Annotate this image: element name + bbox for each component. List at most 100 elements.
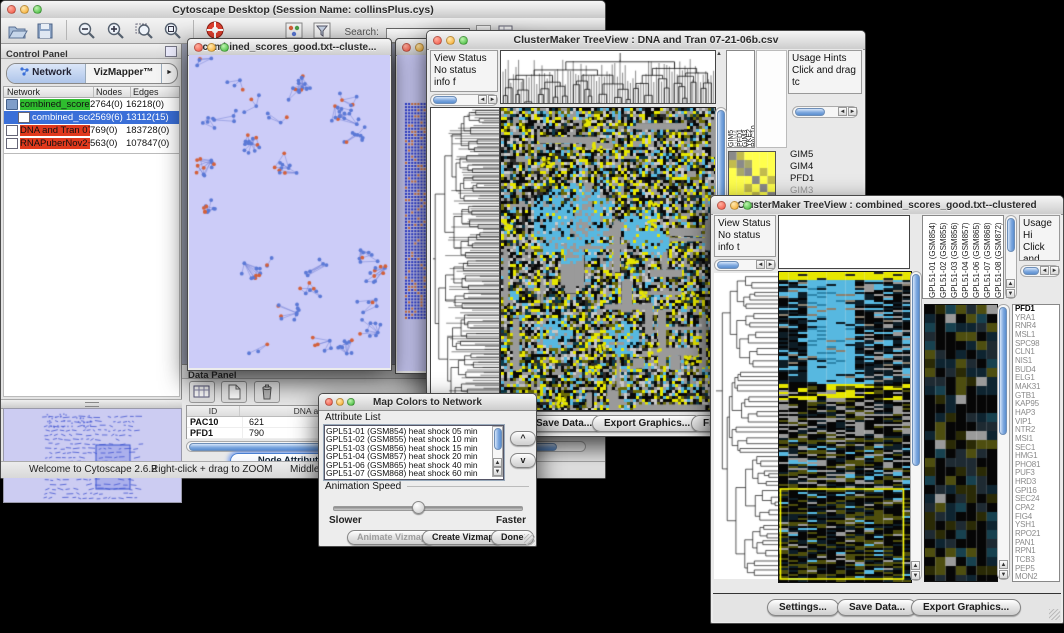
close-button[interactable] xyxy=(194,43,203,52)
attribute-select-icon[interactable] xyxy=(189,381,215,403)
zoom-button[interactable] xyxy=(347,398,355,406)
tv1-tree-up-arrow[interactable]: ▲ xyxy=(716,51,722,57)
scroll-down-arrow[interactable]: ▼ xyxy=(911,571,920,580)
zoom-button[interactable] xyxy=(459,36,468,45)
tv2-settings-button[interactable]: Settings... xyxy=(767,599,839,616)
scroll-down-arrow[interactable]: ▼ xyxy=(1006,289,1015,298)
minimize-button[interactable] xyxy=(730,201,739,210)
tv2-column-label[interactable]: GPL51-06 (GSM865) xyxy=(971,222,982,298)
tv2-heatmap-canvas[interactable] xyxy=(778,271,912,583)
scroll-left-arrow[interactable]: ◄ xyxy=(838,107,847,116)
tv2-export-graphics-button[interactable]: Export Graphics... xyxy=(911,599,1021,616)
tv2-status-scroll-thumb[interactable] xyxy=(717,261,739,269)
tv1-status-scroll-thumb[interactable] xyxy=(433,96,457,104)
tv2-zoom-vscrollbar[interactable]: ▲ ▼ xyxy=(997,304,1010,580)
move-up-button[interactable]: ^ xyxy=(510,431,536,446)
scroll-up-arrow[interactable]: ▲ xyxy=(999,560,1008,569)
tv2-save-data-button[interactable]: Save Data... xyxy=(837,599,917,616)
tv1-status-scrollbar[interactable]: ◄ ► xyxy=(430,94,498,106)
dialog-title-bar[interactable]: Map Colors to Network xyxy=(319,394,536,411)
close-button[interactable] xyxy=(717,201,726,210)
open-session-icon[interactable] xyxy=(6,20,28,41)
tv1-export-graphics-button[interactable]: Export Graphics... xyxy=(592,415,702,432)
resize-grip[interactable] xyxy=(524,534,535,545)
scroll-up-arrow[interactable]: ▲ xyxy=(1006,279,1015,288)
scroll-up-arrow[interactable]: ▲ xyxy=(911,561,920,570)
tv1-row-label[interactable]: GIM5 xyxy=(790,149,860,161)
zoom-in-icon[interactable] xyxy=(105,20,127,41)
tv1-row-label[interactable]: GIM4 xyxy=(790,161,860,173)
minimize-button[interactable] xyxy=(415,43,424,52)
tv1-column-dendrogram-canvas[interactable] xyxy=(500,50,716,104)
treeview1-title-bar[interactable]: ClusterMaker TreeView : DNA and Tran 07-… xyxy=(427,31,865,50)
scroll-right-arrow[interactable]: ► xyxy=(1050,266,1059,275)
attribute-listbox[interactable]: GPL51-01 (GSM854) heat shock 05 minGPL51… xyxy=(324,425,504,480)
tab-overflow-arrow[interactable]: ► xyxy=(162,64,177,83)
zoom-button[interactable] xyxy=(33,5,42,14)
tv2-column-label[interactable]: GPL51-03 (GSM856) xyxy=(949,222,960,298)
tv2-usage-scrollbar[interactable]: ◄ ► xyxy=(1020,265,1060,277)
network-table-row[interactable]: DNA and Tran 07769(0)183728(0) xyxy=(4,124,179,137)
zoom-out-icon[interactable] xyxy=(76,20,98,41)
tv2-column-label[interactable]: GPL51-08 (GSM872) xyxy=(993,222,1004,298)
tv2-status-scrollbar[interactable]: ◄ ► xyxy=(714,259,776,271)
treeview2-title-bar[interactable]: ClusterMaker TreeView : combined_scores_… xyxy=(711,196,1063,215)
minimize-button[interactable] xyxy=(336,398,344,406)
attribute-list-vscrollbar[interactable]: ▲ ▼ xyxy=(492,426,503,477)
close-button[interactable] xyxy=(325,398,333,406)
tv2-zoomed-heatmap-canvas[interactable] xyxy=(924,304,998,582)
scroll-left-arrow[interactable]: ◄ xyxy=(478,95,487,104)
network-table-row[interactable]: combined_sco2569(6)13112(15) xyxy=(4,111,179,124)
close-button[interactable] xyxy=(402,43,411,52)
minimize-button[interactable] xyxy=(20,5,29,14)
tv2-column-label[interactable]: GPL51-07 (GSM868) xyxy=(982,222,993,298)
tv1-row-label[interactable]: PFD1 xyxy=(790,173,860,185)
tv1-heatmap-canvas[interactable] xyxy=(500,107,716,411)
tv2-heatmap-vscroll-thumb[interactable] xyxy=(912,274,920,466)
zoom-button[interactable] xyxy=(220,43,229,52)
zoom-selected-icon[interactable] xyxy=(133,20,155,41)
save-session-icon[interactable] xyxy=(34,20,56,41)
scroll-left-arrow[interactable]: ◄ xyxy=(1040,266,1049,275)
scroll-down-arrow[interactable]: ▼ xyxy=(999,570,1008,579)
tab-network[interactable]: Network xyxy=(7,64,86,83)
tv2-heatmap-vscrollbar[interactable]: ▲ ▼ xyxy=(910,271,922,581)
close-button[interactable] xyxy=(7,5,16,14)
tv1-usage-scroll-thumb[interactable] xyxy=(795,108,825,116)
attribute-list-item[interactable]: GPL51-07 (GSM868) heat shock 60 min xyxy=(326,469,491,477)
tv2-zoom-vscroll-thumb[interactable] xyxy=(999,307,1007,435)
tv2-row-dendrogram-canvas[interactable] xyxy=(714,273,778,579)
tv2-column-label[interactable]: GPL51-01 (GSM854) xyxy=(927,222,938,298)
tv1-usage-scrollbar[interactable]: ◄ ► xyxy=(792,106,858,118)
resize-grip[interactable] xyxy=(1049,609,1060,620)
tv2-column-label[interactable]: GPL51-04 (GSM857) xyxy=(960,222,971,298)
slider-track[interactable] xyxy=(333,506,523,511)
attribute-list-scroll-thumb[interactable] xyxy=(494,428,502,450)
scroll-down-arrow[interactable]: ▼ xyxy=(493,467,502,476)
close-button[interactable] xyxy=(433,36,442,45)
slider-thumb[interactable] xyxy=(412,501,425,514)
zoom-button[interactable] xyxy=(743,201,752,210)
tv2-labels-vscroll-thumb[interactable] xyxy=(1007,218,1015,252)
tv2-usage-scroll-thumb[interactable] xyxy=(1023,267,1039,275)
network-view-canvas[interactable] xyxy=(189,55,390,368)
frame1-title-bar[interactable]: combined_scores_good.txt--cluste... xyxy=(188,39,391,56)
tv1-correlation-matrix-canvas[interactable] xyxy=(728,151,776,201)
gene-list-item[interactable]: MON2 xyxy=(1013,573,1059,582)
scroll-left-arrow[interactable]: ◄ xyxy=(756,260,765,269)
tv1-row-dendrogram-canvas[interactable] xyxy=(430,107,500,411)
tv2-labels-vscrollbar[interactable]: ▲ ▼ xyxy=(1005,215,1017,299)
float-panel-icon[interactable] xyxy=(165,46,177,57)
minimize-button[interactable] xyxy=(207,43,216,52)
new-attribute-icon[interactable] xyxy=(221,381,247,403)
network-table-row[interactable]: RNAPuberNov2+563(0)107847(0) xyxy=(4,137,179,150)
scroll-right-arrow[interactable]: ► xyxy=(848,107,857,116)
tv2-column-label[interactable]: GPL51-02 (GSM855) xyxy=(938,222,949,298)
tab-vizmapper[interactable]: VizMapper™ xyxy=(86,64,162,83)
scroll-right-arrow[interactable]: ► xyxy=(766,260,775,269)
scroll-up-arrow[interactable]: ▲ xyxy=(493,458,502,467)
network-overview-canvas[interactable] xyxy=(3,408,182,503)
main-title-bar[interactable]: Cytoscape Desktop (Session Name: collins… xyxy=(1,1,605,19)
zoom-fit-icon[interactable] xyxy=(162,20,184,41)
move-down-button[interactable]: v xyxy=(510,453,536,468)
